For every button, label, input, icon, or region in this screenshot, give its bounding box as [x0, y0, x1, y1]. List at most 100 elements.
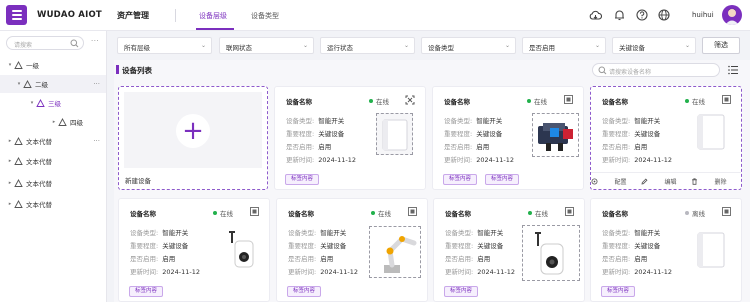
qrcode-icon[interactable]	[565, 207, 574, 218]
new-device-placeholder: +	[124, 92, 262, 168]
chevron-down-icon: ⌄	[504, 42, 510, 49]
device-name: 设备名称	[286, 98, 312, 106]
config-button[interactable]: 配置	[591, 177, 641, 186]
expand-arrow-icon[interactable]: ▾	[28, 100, 36, 106]
chevron-down-icon: ⌄	[200, 42, 206, 49]
cloud-icon[interactable]	[588, 8, 602, 22]
expand-arrow-icon[interactable]: ▾	[15, 81, 23, 87]
status-badge: 在线	[369, 96, 389, 106]
tree-item-label: 三级	[48, 100, 61, 108]
search-icon[interactable]	[598, 66, 607, 77]
sidebar-search-input[interactable]: 请搜索	[6, 36, 84, 50]
device-card[interactable]: 设备名称 在线 设备类型: 智能开关 重要程度: 关键设备 是否启用: 启用 更新时间…	[432, 86, 584, 190]
device-card[interactable]: 设备名称 离线 设备类型: 智能开关 重要程度: 关键设备 是否启用: 启用 更新时间…	[590, 198, 742, 302]
tree-item-text-3[interactable]: ▸ 文本代替	[0, 174, 106, 192]
qrcode-icon[interactable]	[408, 207, 417, 218]
device-card[interactable]: 设备名称 在线 设备类型: 智能开关 重要程度: 关键设备 是否启用: 启用 更新时间…	[274, 86, 426, 190]
delete-button[interactable]: 删除	[691, 177, 741, 186]
tree-item-text-4[interactable]: ▸ 文本代替	[0, 195, 106, 213]
device-card[interactable]: 设备名称 在线 设备类型: 智能开关 重要程度: 关键设备 是否启用: 启用 更新时间…	[276, 198, 428, 302]
filter-level-select[interactable]: 所有层级 ⌄	[117, 37, 212, 54]
tag-badge: 标签内容	[485, 174, 520, 185]
filter-critical-select[interactable]: 关键设备 ⌄	[612, 37, 696, 54]
expand-arrow-icon[interactable]: ▾	[6, 62, 14, 68]
device-card-selected[interactable]: 设备名称 在线 设备类型: 智能开关 重要程度: 关键设备 是否启用: 启用 更新时间…	[590, 86, 742, 190]
filter-label: 运行状态	[327, 44, 353, 52]
expand-arrow-icon[interactable]: ▸	[6, 138, 14, 144]
menu-icon[interactable]	[6, 5, 27, 25]
sidebar-more-icon[interactable]: ···	[91, 37, 99, 45]
device-name: 设备名称	[444, 98, 470, 106]
plus-icon[interactable]: +	[176, 114, 210, 148]
hierarchy-icon	[14, 156, 23, 166]
filter-label: 关键设备	[619, 44, 645, 52]
tab-device-hierarchy[interactable]: 设备层级	[199, 11, 227, 21]
app-title: 资产管理	[117, 11, 149, 20]
device-type-line: 设备类型: 智能开关	[130, 229, 189, 237]
importance-line: 重要程度: 关键设备	[130, 242, 189, 250]
username[interactable]: huihui	[692, 11, 714, 19]
device-list-title: 设备列表	[122, 66, 152, 75]
tag-badge: 标签内容	[443, 174, 478, 185]
device-image-robot	[532, 113, 579, 157]
enabled-line: 是否启用: 启用	[602, 143, 648, 151]
filter-network-select[interactable]: 联网状态 ⌄	[219, 37, 314, 54]
device-image-box	[692, 109, 732, 157]
qrcode-icon[interactable]	[722, 95, 731, 106]
filter-button[interactable]: 筛选	[702, 37, 740, 54]
expand-arrow-icon[interactable]: ▸	[6, 158, 14, 164]
search-icon[interactable]	[70, 39, 79, 50]
tree-item-text-2[interactable]: ▸ 文本代替	[0, 152, 106, 170]
filter-type-select[interactable]: 设备类型 ⌄	[421, 37, 516, 54]
scan-icon[interactable]	[405, 95, 415, 107]
avatar[interactable]	[722, 5, 742, 25]
tree-item-text-1[interactable]: ▸ 文本代替 ···	[0, 132, 106, 150]
importance-line: 重要程度: 关键设备	[286, 130, 345, 138]
importance-line: 重要程度: 关键设备	[602, 130, 661, 138]
updated-line: 更新时间: 2024-11-12	[130, 268, 200, 276]
edit-button[interactable]: 编辑	[641, 177, 691, 186]
view-toggle-icon[interactable]	[728, 65, 739, 77]
device-search-placeholder: 请搜索设备名称	[609, 69, 652, 76]
status-text: 在线	[535, 210, 548, 218]
globe-icon[interactable]	[657, 8, 671, 22]
filter-label: 所有层级	[124, 44, 150, 52]
tree-item-level1[interactable]: ▾ 一级	[0, 56, 106, 74]
status-badge: 在线	[371, 208, 391, 218]
device-name: 设备名称	[602, 210, 628, 218]
tree-item-level3[interactable]: ▾ 三级	[0, 94, 106, 112]
active-tab-indicator	[196, 28, 234, 30]
top-header: WUDAO AIOT 资产管理 设备层级 设备类型 huihui	[0, 0, 750, 31]
expand-arrow-icon[interactable]: ▸	[6, 180, 14, 186]
updated-line: 更新时间: 2024-11-12	[602, 156, 672, 164]
status-badge: 在线	[528, 208, 548, 218]
qrcode-icon[interactable]	[564, 95, 573, 106]
device-card[interactable]: 设备名称 在线 设备类型: 智能开关 重要程度: 关键设备 是否启用: 启用 更新时间…	[118, 198, 270, 302]
tree-item-level2[interactable]: ▾ 二级 ···	[0, 75, 106, 93]
new-device-card[interactable]: + 新建设备	[118, 86, 268, 190]
importance-line: 重要程度: 关键设备	[288, 242, 347, 250]
tree-item-more-icon[interactable]: ···	[93, 137, 100, 145]
device-image-box	[692, 227, 732, 273]
tree-item-more-icon[interactable]: ···	[93, 80, 100, 88]
enabled-line: 是否启用: 启用	[130, 255, 176, 263]
expand-arrow-icon[interactable]: ▸	[6, 201, 14, 207]
expand-arrow-icon[interactable]: ▸	[50, 119, 58, 125]
qrcode-icon[interactable]	[722, 207, 731, 218]
status-text: 离线	[692, 210, 705, 218]
updated-line: 更新时间: 2024-11-12	[444, 156, 514, 164]
device-search-input[interactable]: 请搜索设备名称	[592, 63, 720, 77]
device-card[interactable]: 设备名称 在线 设备类型: 智能开关 重要程度: 关键设备 是否启用: 启用 更新时间…	[433, 198, 585, 302]
help-icon[interactable]	[635, 8, 649, 22]
filter-running-select[interactable]: 运行状态 ⌄	[320, 37, 415, 54]
bell-icon[interactable]	[612, 8, 626, 22]
filter-enabled-select[interactable]: 是否启用 ⌄	[522, 37, 606, 54]
tree-item-level4[interactable]: ▸ 四级	[0, 113, 106, 131]
status-text: 在线	[534, 98, 547, 106]
qrcode-icon[interactable]	[250, 207, 259, 218]
tab-device-type[interactable]: 设备类型	[251, 11, 279, 21]
status-text: 在线	[692, 98, 705, 106]
hierarchy-icon	[14, 178, 23, 188]
sidebar-search-placeholder: 请搜索	[14, 42, 33, 49]
chevron-down-icon: ⌄	[594, 42, 600, 49]
